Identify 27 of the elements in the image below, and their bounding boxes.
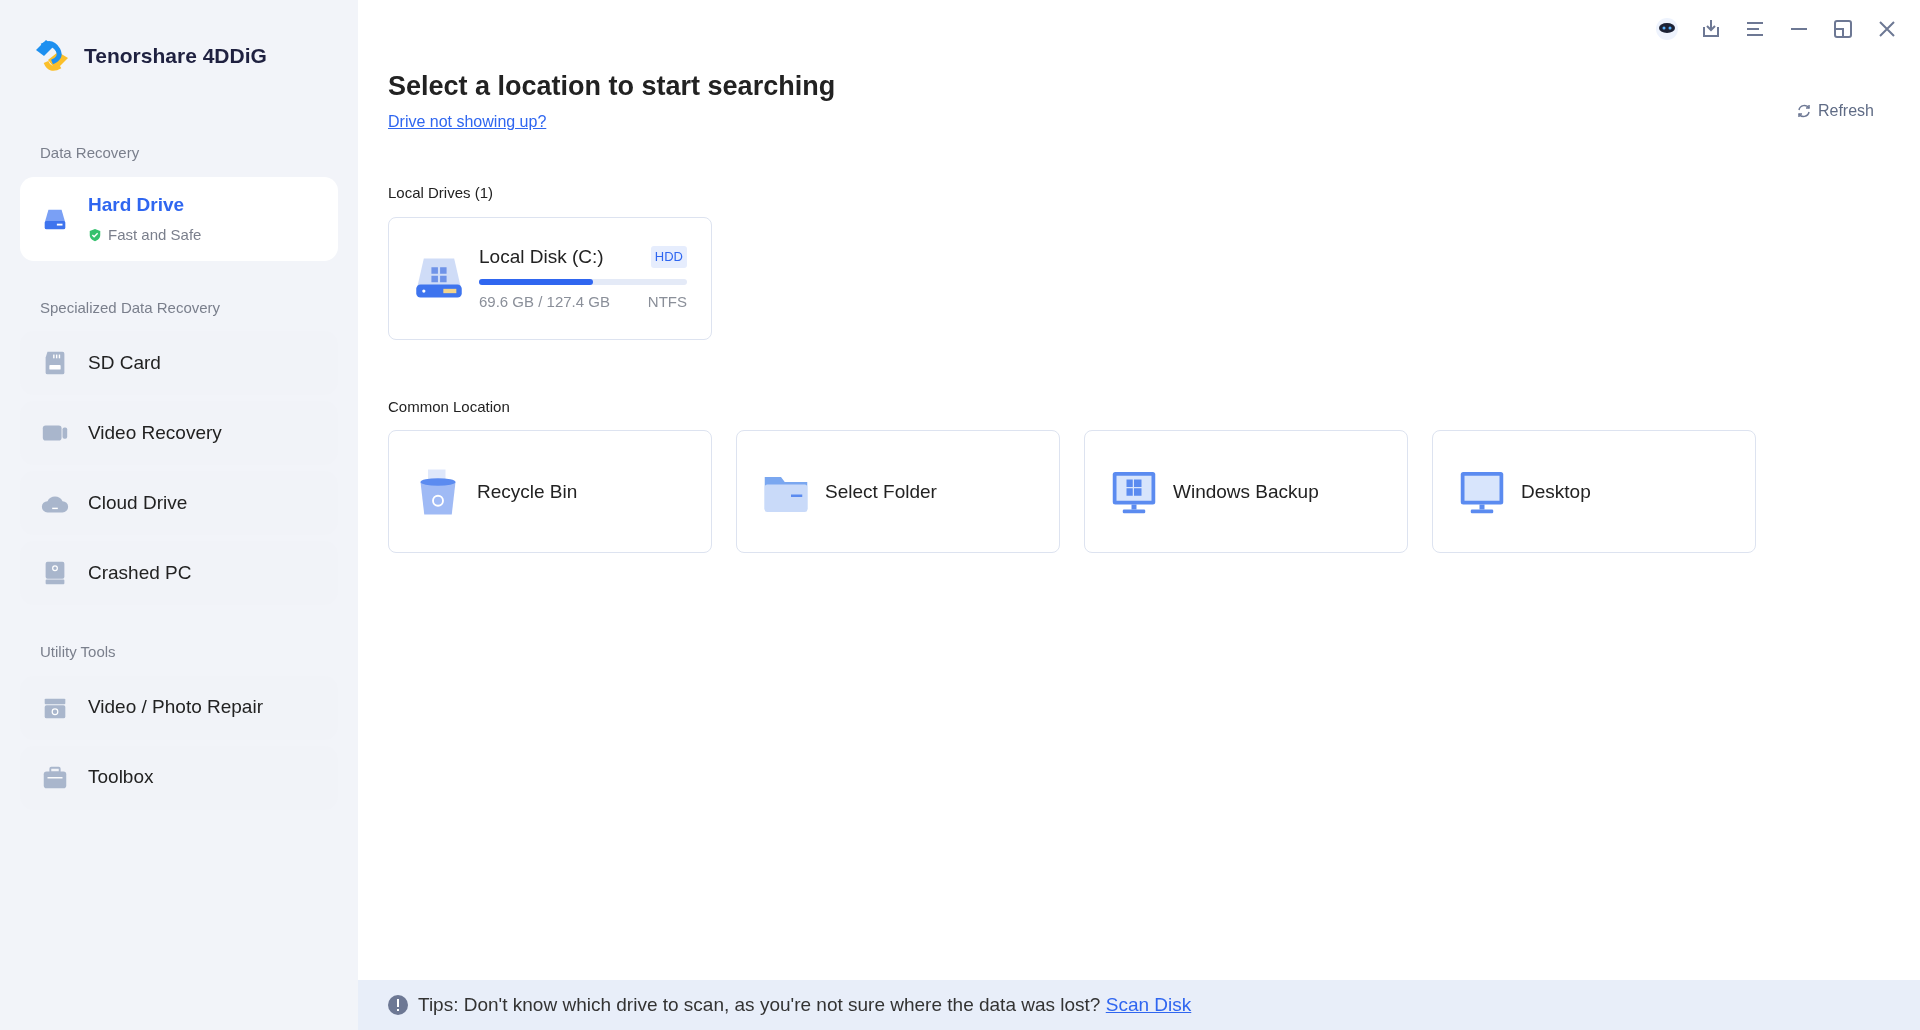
file-system: NTFS bbox=[647, 292, 687, 313]
section-heading: Common Location bbox=[388, 396, 511, 417]
drive-card[interactable]: Local Disk (C:) HDD 69.6 GB / 127.4 GB NTFS bbox=[388, 216, 712, 340]
refresh-icon bbox=[1795, 103, 1812, 119]
scan-disk-link[interactable]: Scan Disk bbox=[1105, 993, 1192, 1015]
section-heading: Data Recovery bbox=[39, 143, 141, 163]
restore-icon[interactable] bbox=[1831, 17, 1855, 41]
location-card[interactable]: Recycle Bin bbox=[388, 430, 712, 554]
location-card[interactable]: Desktop bbox=[1432, 430, 1756, 554]
drive-usage: 69.6 GB / 127.4 GB bbox=[479, 292, 610, 313]
page-title: Select a location to start searching bbox=[388, 70, 837, 103]
assistant-robot-icon[interactable] bbox=[1655, 17, 1679, 41]
tip-text: Tips: Don't know which drive to scan, as you're not sure where the data was lost? Scan Disk bbox=[418, 992, 1192, 1017]
drive-name: Local Disk (C:) bbox=[479, 244, 604, 269]
location-card[interactable]: Windows Backup bbox=[1084, 430, 1408, 554]
sidebar-item[interactable]: Hard Drive Fast and Safe bbox=[20, 176, 338, 261]
location-card[interactable]: Select Folder bbox=[736, 430, 1060, 554]
app-name: Tenorshare 4DDiG bbox=[84, 43, 267, 70]
info-icon bbox=[388, 995, 408, 1015]
help-link[interactable]: Drive not showing up? bbox=[388, 110, 547, 135]
drive-type-tag: HDD bbox=[650, 246, 687, 268]
section-heading: Local Drives (1) bbox=[388, 183, 495, 204]
section-heading: Utility Tools bbox=[39, 642, 117, 662]
subtitle-text: Fast and Safe bbox=[108, 224, 202, 245]
shield-check-icon bbox=[88, 227, 102, 242]
refresh-button[interactable]: Refresh bbox=[1789, 98, 1880, 124]
section-heading: Specialized Data Recovery bbox=[39, 297, 222, 318]
